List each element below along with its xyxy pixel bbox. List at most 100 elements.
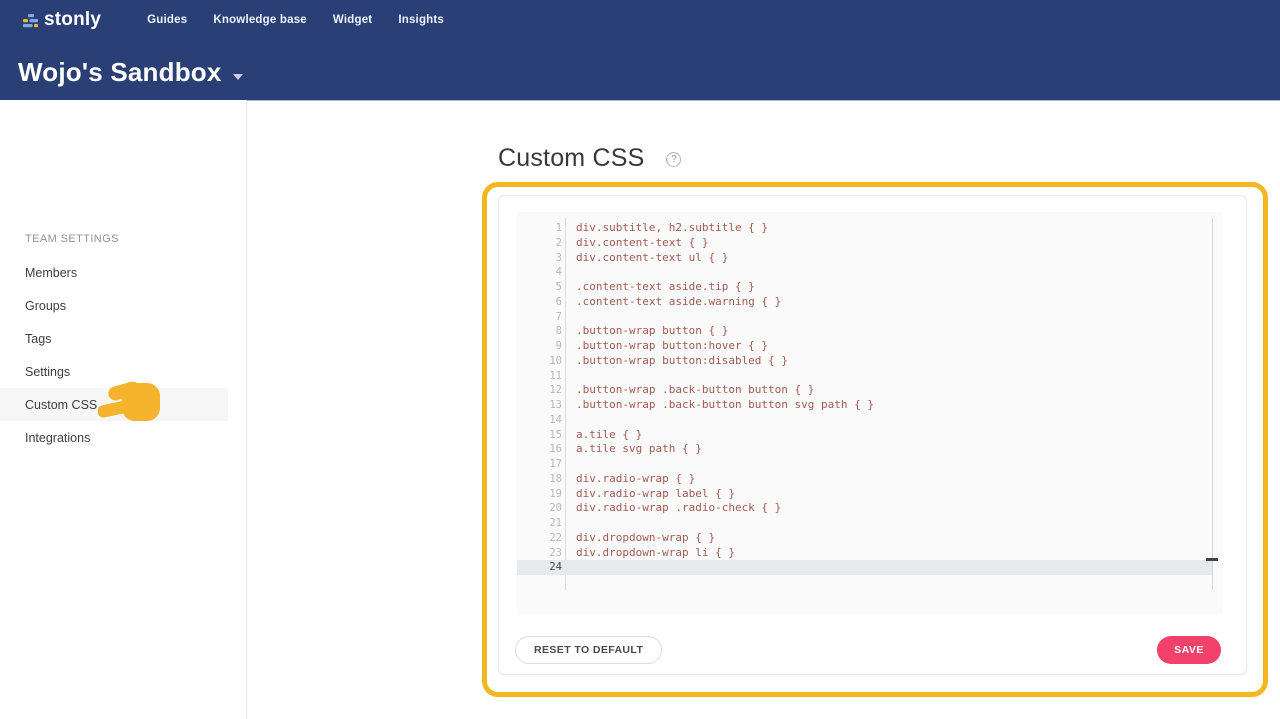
code-line[interactable]: 21 [517,516,1223,531]
line-number: 14 [517,413,562,428]
code-line[interactable]: 14 [517,413,1223,428]
sidebar-item-label: Groups [25,299,66,313]
help-icon[interactable]: ? [666,152,681,167]
line-number: 19 [517,487,562,502]
code-text: div.dropdown-wrap { } [576,531,715,546]
code-line[interactable]: 24 [517,560,1212,575]
line-number: 10 [517,354,562,369]
code-line[interactable]: 7 [517,310,1223,325]
custom-css-card: 1 div.subtitle, h2.subtitle { } 2 div.conte… [498,195,1247,675]
line-number: 2 [517,236,562,251]
code-text: a.tile svg path { } [576,442,702,457]
custom-css-highlight-frame: 1 div.subtitle, h2.subtitle { } 2 div.conte… [482,182,1268,697]
editor-actions-row: RESET TO DEFAULT SAVE [499,636,1246,664]
code-text: div.radio-wrap .radio-check { } [576,501,781,516]
workspace-switcher[interactable]: Wojo's Sandbox [18,57,243,88]
nav-item-insights[interactable]: Insights [398,14,444,26]
line-number: 1 [517,221,562,236]
code-line[interactable]: 22div.dropdown-wrap { } [517,531,1223,546]
chevron-down-icon [233,74,243,80]
code-lines-container: 1 div.subtitle, h2.subtitle { } 2 div.conte… [517,221,1223,575]
line-number: 3 [517,251,562,266]
top-nav-bar: stonly Guides Knowledge base Widget Insi… [0,0,1280,40]
code-line[interactable]: 18div.radio-wrap { } [517,472,1223,487]
sidebar-item-custom-css[interactable]: Custom CSS [0,388,228,421]
code-text: .button-wrap .back-button button { } [576,383,814,398]
sidebar-item-settings[interactable]: Settings [0,355,228,388]
sidebar-item-label: Members [25,266,77,280]
logo-wordmark: stonly [44,9,101,31]
code-line[interactable]: 4 [517,265,1223,280]
code-line[interactable]: 16 a.tile svg path { } [517,442,1223,457]
sidebar-item-label: Integrations [25,431,90,445]
code-line[interactable]: 15 a.tile { } [517,428,1223,443]
app-header: stonly Guides Knowledge base Widget Insi… [0,0,1280,100]
code-text: .button-wrap button:hover { } [576,339,768,354]
line-number: 12 [517,383,562,398]
editor-scrollbar-thumb[interactable] [1206,558,1218,561]
line-number: 23 [517,546,562,561]
code-line[interactable]: 12 .button-wrap .back-button button { } [517,383,1223,398]
code-line[interactable]: 5 .content-text aside.tip { } [517,280,1223,295]
line-number: 6 [517,295,562,310]
nav-item-guides[interactable]: Guides [147,14,187,26]
code-line[interactable]: 11 [517,369,1223,384]
page-title: Custom CSS [498,144,644,173]
code-line[interactable]: 20 div.radio-wrap .radio-check { } [517,501,1223,516]
line-number: 16 [517,442,562,457]
line-number: 13 [517,398,562,413]
sidebar-item-members[interactable]: Members [0,256,228,289]
sidebar-item-integrations[interactable]: Integrations [0,421,228,454]
code-line[interactable]: 19 div.radio-wrap label { } [517,487,1223,502]
code-line[interactable]: 17 [517,457,1223,472]
nav-item-widget[interactable]: Widget [333,14,372,26]
line-number: 21 [517,516,562,531]
line-number: 15 [517,428,562,443]
code-line[interactable]: 1 div.subtitle, h2.subtitle { } [517,221,1223,236]
settings-sidebar: TEAM SETTINGS Members Groups Tags Settin… [0,100,247,719]
code-text: .content-text aside.warning { } [576,295,781,310]
code-line[interactable]: 9.button-wrap button:hover { } [517,339,1223,354]
code-text: div.content-text { } [576,236,708,251]
nav-item-knowledge-base[interactable]: Knowledge base [213,14,307,26]
sidebar-item-label: Tags [25,332,51,346]
code-text: div.radio-wrap label { } [576,487,735,502]
line-number: 5 [517,280,562,295]
page-title-row: Custom CSS ? [498,144,681,173]
code-line[interactable]: 3 div.content-text ul { } [517,251,1223,266]
code-text: .content-text aside.tip { } [576,280,755,295]
line-number: 7 [517,310,562,325]
code-line[interactable]: 23 div.dropdown-wrap li { } [517,546,1223,561]
editor-scrollbar-track[interactable] [1212,218,1213,590]
reset-to-default-button[interactable]: RESET TO DEFAULT [515,636,662,664]
workspace-name: Wojo's Sandbox [18,57,222,88]
line-number: 4 [517,265,562,280]
code-line[interactable]: 6 .content-text aside.warning { } [517,295,1223,310]
code-text: .button-wrap button { } [576,324,728,339]
code-text: div.subtitle, h2.subtitle { } [576,221,768,236]
code-line[interactable]: 8 .button-wrap button { } [517,324,1223,339]
code-line[interactable]: 2 div.content-text { } [517,236,1223,251]
code-line[interactable]: 13 .button-wrap .back-button button svg p… [517,398,1223,413]
line-number: 18 [517,472,562,487]
line-number: 8 [517,324,562,339]
line-number: 11 [517,369,562,384]
line-number: 17 [517,457,562,472]
sidebar-section-label: TEAM SETTINGS [25,233,119,245]
save-button[interactable]: SAVE [1157,636,1221,664]
code-text: .button-wrap .back-button button svg pat… [576,398,874,413]
code-text: .button-wrap button:disabled { } [576,354,788,369]
sidebar-item-groups[interactable]: Groups [0,289,228,322]
code-text: div.content-text ul { } [576,251,728,266]
code-text: a.tile { } [576,428,642,443]
stonly-logo-icon [22,13,39,30]
line-number: 20 [517,501,562,516]
stonly-logo[interactable]: stonly [22,9,101,31]
code-line[interactable]: 10 .button-wrap button:disabled { } [517,354,1223,369]
sidebar-item-label: Settings [25,365,70,379]
sidebar-item-tags[interactable]: Tags [0,322,228,355]
css-code-editor[interactable]: 1 div.subtitle, h2.subtitle { } 2 div.conte… [517,212,1223,614]
sidebar-item-label: Custom CSS [25,398,97,412]
code-text: div.dropdown-wrap li { } [576,546,735,561]
line-number: 24 [517,560,562,575]
